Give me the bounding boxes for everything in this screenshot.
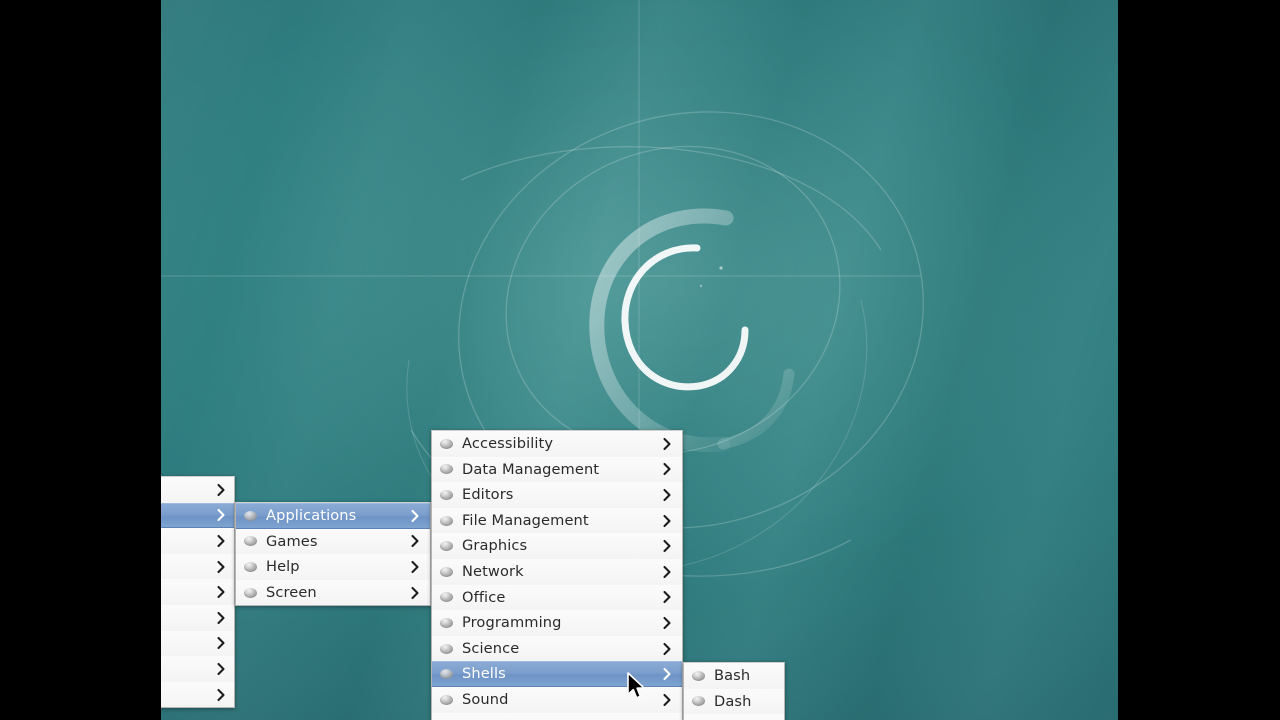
- menu-item-label: Accessibility: [462, 435, 554, 452]
- submenu-arrow-icon: [662, 539, 672, 553]
- letterbox-bar-right: [1118, 0, 1280, 720]
- menu-item-label: Sound: [462, 690, 509, 708]
- menu-item-label: Data Management: [462, 460, 600, 478]
- menu-item-label: Graphics: [462, 537, 528, 555]
- menu-bullet-icon: [440, 642, 454, 656]
- menu-bullet-icon: [440, 488, 454, 502]
- submenu-arrow-icon: [216, 534, 226, 548]
- menu-item-science[interactable]: Science: [432, 635, 682, 662]
- submenu-arrow-icon: [662, 514, 672, 528]
- menu-item-bash[interactable]: Bash: [684, 663, 784, 689]
- menu-bullet-icon: [440, 514, 454, 528]
- menu-item-label: Shells: [462, 665, 506, 683]
- menu-bullet-icon: [244, 586, 258, 600]
- menu-item-label: File Management: [462, 511, 589, 529]
- submenu-arrow-icon: [410, 534, 420, 548]
- menu-item-label: Bash: [714, 667, 751, 684]
- menu-item-sound[interactable]: Sound: [432, 686, 682, 713]
- submenu-arrow-icon: [662, 616, 672, 630]
- submenu-arrow-icon: [662, 693, 672, 707]
- submenu-arrow-icon: [216, 508, 226, 522]
- menu-item-file-management[interactable]: File Management: [432, 507, 682, 534]
- menu-bullet-icon: [440, 539, 454, 553]
- menu-bullet-icon: [440, 437, 454, 451]
- menu-item-graphics[interactable]: Graphics: [432, 533, 682, 559]
- menu-item-editors[interactable]: Editors: [432, 482, 682, 508]
- menu-bullet-icon: [244, 509, 258, 523]
- menu-bullet-icon: [440, 693, 454, 707]
- menu-bullet-icon: [692, 669, 706, 683]
- menu-item-applications[interactable]: Applications: [236, 503, 430, 529]
- menu-bullet-icon: [244, 560, 258, 574]
- menu-item-screen[interactable]: Screen: [236, 579, 430, 606]
- debian-menu[interactable]: Applications Games Help Screen: [235, 502, 431, 607]
- shells-submenu[interactable]: Bash Dash: [683, 662, 785, 720]
- menu-bullet-icon: [440, 565, 454, 579]
- screen-root: s ApplicationsGamesHelpScreen Accessibil…: [0, 0, 1280, 720]
- menu-item-accessibility[interactable]: Accessibility: [432, 431, 682, 457]
- submenu-arrow-icon: [216, 662, 226, 676]
- menu-item-games[interactable]: Games: [236, 528, 430, 555]
- menu-item-label: Office: [462, 588, 506, 606]
- menu-item-label: Games: [266, 532, 318, 550]
- menu-item-office[interactable]: Office: [432, 584, 682, 611]
- menu-item-label: Screen: [266, 583, 317, 601]
- menu-item-label: Network: [462, 562, 524, 580]
- menu-item-shells[interactable]: Shells: [432, 661, 682, 687]
- menu-bullet-icon: [440, 462, 454, 476]
- submenu-arrow-icon: [216, 483, 226, 497]
- menu-item-programming[interactable]: Programming: [432, 610, 682, 636]
- submenu-arrow-icon: [216, 585, 226, 599]
- menu-bullet-icon: [692, 694, 706, 708]
- menu-item-label: Programming: [462, 614, 562, 632]
- menu-item-data-management[interactable]: Data Management: [432, 456, 682, 483]
- menu-item-dash[interactable]: Dash: [684, 688, 784, 715]
- menu-item-help[interactable]: Help: [236, 554, 430, 580]
- menu-bullet-icon: [244, 534, 258, 548]
- submenu-arrow-icon: [662, 462, 672, 476]
- submenu-arrow-icon: [216, 611, 226, 625]
- menu-bullet-icon: [440, 616, 454, 630]
- submenu-arrow-icon: [410, 509, 420, 523]
- submenu-arrow-icon: [662, 667, 672, 681]
- menu-bullet-icon: [440, 667, 454, 681]
- menu-item-label: Science: [462, 639, 520, 657]
- submenu-arrow-icon: [662, 437, 672, 451]
- submenu-arrow-icon: [216, 560, 226, 574]
- menu-bullet-icon: [440, 590, 454, 604]
- menu-item-network[interactable]: Network: [432, 558, 682, 585]
- submenu-arrow-icon: [216, 688, 226, 702]
- applications-submenu[interactable]: Accessibility Data Management Editors File …: [431, 430, 683, 720]
- submenu-arrow-icon: [662, 642, 672, 656]
- submenu-arrow-icon: [410, 560, 420, 574]
- menu-item-item-11[interactable]: [432, 712, 682, 720]
- menu-item-item-2[interactable]: [684, 714, 784, 720]
- menu-item-label: Help: [266, 558, 300, 576]
- letterbox-bar-left: [0, 0, 161, 720]
- menu-item-label: Dash: [714, 692, 752, 710]
- submenu-arrow-icon: [662, 565, 672, 579]
- menu-item-label: Editors: [462, 486, 514, 504]
- submenu-arrow-icon: [216, 636, 226, 650]
- submenu-arrow-icon: [662, 590, 672, 604]
- submenu-arrow-icon: [662, 488, 672, 502]
- menu-item-label: Applications: [266, 507, 357, 524]
- submenu-arrow-icon: [410, 586, 420, 600]
